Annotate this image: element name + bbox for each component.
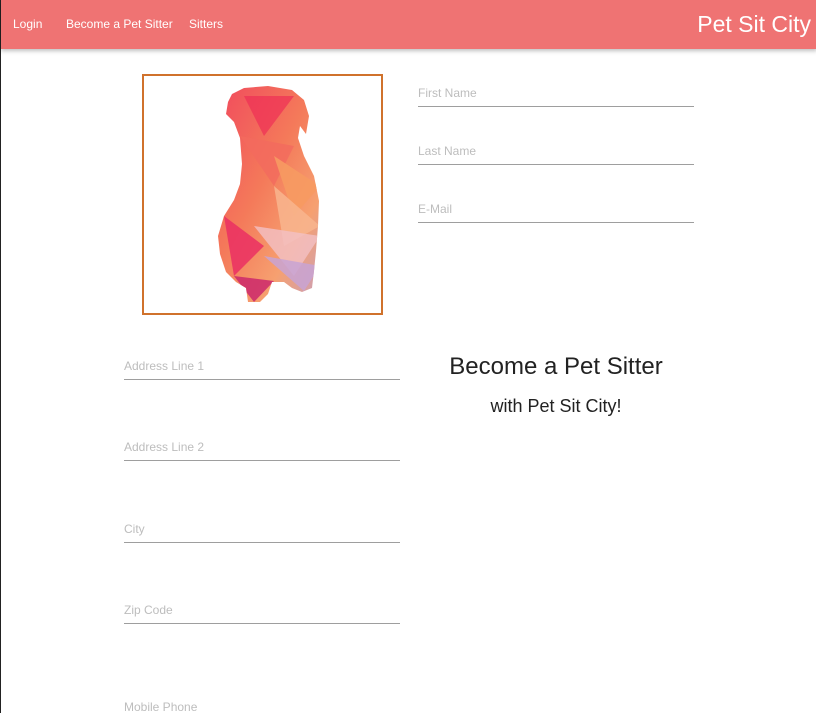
top-navbar: Login Become a Pet Sitter Sitters Pet Si… (1, 0, 816, 49)
email-input[interactable] (418, 196, 694, 222)
profile-photo-frame[interactable] (142, 74, 383, 315)
nav-become-sitter-link[interactable]: Become a Pet Sitter (66, 17, 173, 31)
nav-login-link[interactable]: Login (13, 17, 42, 31)
mobile-phone-input[interactable] (124, 694, 400, 720)
first-name-field[interactable] (418, 80, 694, 107)
address-line-1-input[interactable] (124, 353, 400, 379)
zip-code-input[interactable] (124, 597, 400, 623)
mobile-phone-field[interactable] (124, 694, 400, 720)
promo-subtitle: with Pet Sit City! (490, 396, 622, 416)
dog-polygon-art (218, 86, 319, 302)
address-line-1-field[interactable] (124, 353, 400, 380)
nav-sitters-link[interactable]: Sitters (189, 17, 223, 31)
address-line-2-input[interactable] (124, 434, 400, 460)
city-input[interactable] (124, 516, 400, 542)
last-name-input[interactable] (418, 138, 694, 164)
promo-title: Become a Pet Sitter (449, 353, 663, 380)
email-field[interactable] (418, 196, 694, 223)
dog-silhouette-image (218, 86, 319, 302)
brand-title[interactable]: Pet Sit City (697, 11, 811, 38)
city-field[interactable] (124, 516, 400, 543)
first-name-input[interactable] (418, 80, 694, 106)
zip-code-field[interactable] (124, 597, 400, 624)
address-line-2-field[interactable] (124, 434, 400, 461)
last-name-field[interactable] (418, 138, 694, 165)
